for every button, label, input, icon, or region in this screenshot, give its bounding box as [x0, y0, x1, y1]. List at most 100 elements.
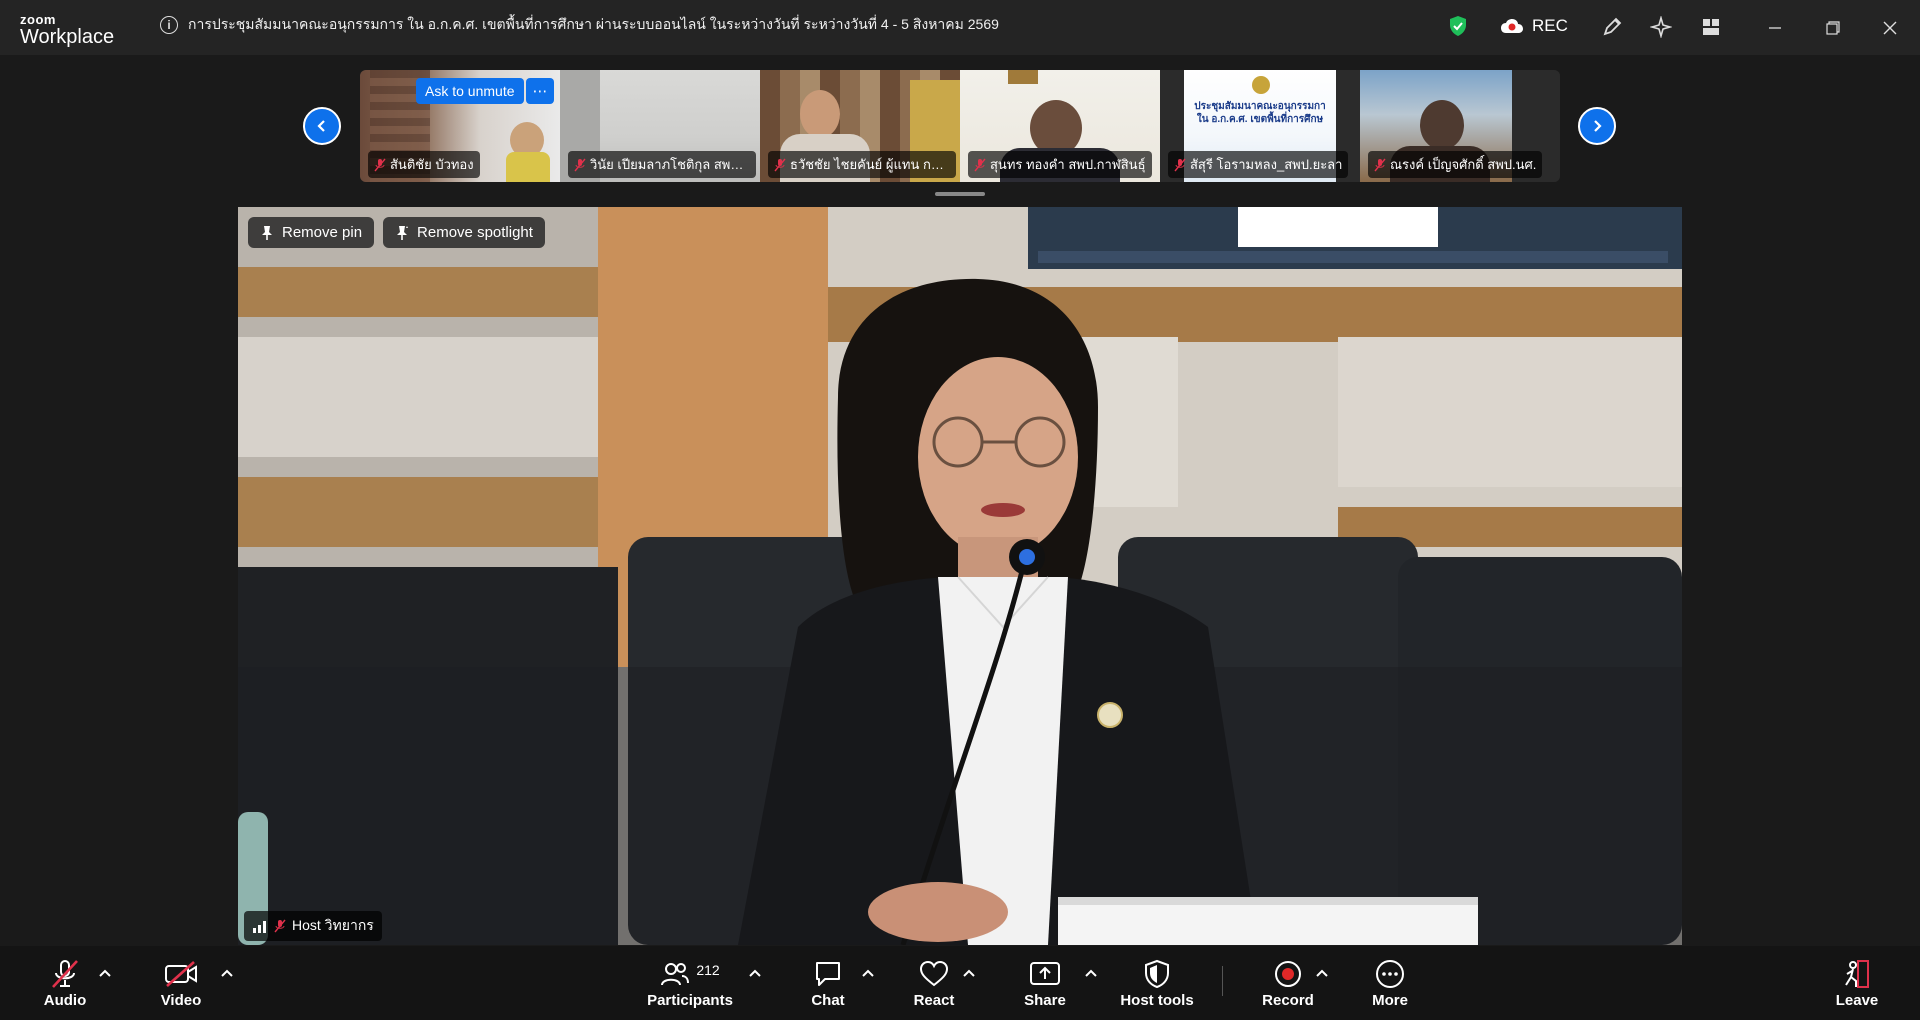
participant-name: สัสุรี โอรามหลง_สพป.ยะลา: [1190, 157, 1343, 172]
spotlight-pin-icon: [397, 225, 409, 240]
minimize-button[interactable]: [1745, 0, 1805, 55]
ask-to-unmute-button[interactable]: Ask to unmute: [416, 78, 524, 104]
participants-button[interactable]: 212 Participants: [635, 958, 745, 1009]
participant-tile[interactable]: ณรงค์ เป็ญจศักดิ์ สพป.นศ.: [1360, 70, 1560, 182]
more-dots-icon: [1376, 960, 1404, 988]
participant-name-tag: สัสุรี โอรามหลง_สพป.ยะลา: [1168, 151, 1349, 178]
gallery-prev-button[interactable]: [303, 107, 341, 145]
leave-door-icon: [1845, 960, 1869, 988]
slide-line-1: ประชุมสัมมนาคณะอนุกรรมกา: [1194, 101, 1326, 112]
share-screen-icon: [1030, 962, 1060, 985]
share-options-caret-icon[interactable]: [1084, 968, 1098, 978]
react-button[interactable]: React: [879, 958, 989, 1009]
share-label: Share: [1024, 992, 1066, 1009]
close-button[interactable]: [1860, 0, 1920, 55]
participants-label: Participants: [647, 992, 733, 1009]
participant-name: ธวัชชัย ไชยคันย์ ผู้แทน กศจ.: [790, 157, 951, 172]
chat-button[interactable]: Chat: [773, 958, 883, 1009]
participant-tile[interactable]: ธวัชชัย ไชยคันย์ ผู้แทน กศจ.: [760, 70, 960, 182]
zoom-workplace-logo: zoom Workplace: [20, 13, 114, 47]
close-icon: [1883, 21, 1897, 34]
slide-line-2: ใน อ.ก.ค.ศ. เขตพื้นที่การศึกษ: [1196, 114, 1324, 125]
chevron-left-icon: [317, 120, 325, 132]
host-tools-shield-icon: [1145, 959, 1169, 989]
mic-muted-icon: [274, 919, 286, 933]
slide-text: ประชุมสัมมนาคณะอนุกรรมกา ใน อ.ก.ค.ศ. เขต…: [1186, 100, 1334, 126]
record-icon: [1275, 961, 1301, 987]
speaker-video-frame: [238, 207, 1682, 945]
video-options-caret-icon[interactable]: [220, 968, 234, 978]
chat-options-caret-icon[interactable]: [861, 968, 875, 978]
participant-name-tag: ธวัชชัย ไชยคันย์ ผู้แทน กศจ.: [768, 151, 956, 178]
leave-button[interactable]: Leave: [1802, 958, 1912, 1009]
react-label: React: [913, 992, 955, 1009]
audio-options-caret-icon[interactable]: [98, 968, 112, 978]
ai-companion-sparkle-icon[interactable]: [1649, 15, 1673, 39]
heart-react-icon: [919, 960, 949, 987]
mic-muted-icon: [774, 158, 786, 171]
gallery-resize-handle[interactable]: [935, 192, 985, 196]
host-tools-button[interactable]: Host tools: [1102, 958, 1212, 1009]
participant-name-tag: สันติชัย บัวทอง: [368, 151, 480, 178]
meeting-info[interactable]: i การประชุมสัมมนาคณะอนุกรรมการ ใน อ.ก.ค.…: [160, 14, 999, 36]
speaker-name-tag: Host วิทยากร: [244, 911, 382, 941]
participant-name-tag: วินัย เปียมลาภโชติกุล สพป.ตราด: [568, 151, 756, 178]
audio-button[interactable]: Audio: [10, 958, 120, 1009]
info-icon[interactable]: i: [160, 16, 178, 34]
participant-name: สันติชัย บัวทอง: [390, 157, 474, 172]
record-options-caret-icon[interactable]: [1315, 968, 1329, 978]
chevron-right-icon: [1594, 120, 1602, 132]
connection-signal-icon: [253, 921, 266, 933]
toolbar-divider: [1222, 966, 1223, 996]
participant-name: ณรงค์ เป็ญจศักดิ์ สพป.นศ.: [1390, 157, 1537, 172]
participant-name-tag: ณรงค์ เป็ญจศักดิ์ สพป.นศ.: [1368, 151, 1543, 178]
chat-label: Chat: [811, 992, 845, 1009]
gallery-next-button[interactable]: [1578, 107, 1616, 145]
record-label: Record: [1262, 992, 1314, 1009]
remove-pin-label: Remove pin: [282, 224, 363, 241]
remove-spotlight-button[interactable]: Remove spotlight: [383, 217, 545, 248]
speaker-name: Host วิทยากร: [292, 917, 374, 933]
participants-options-caret-icon[interactable]: [748, 968, 762, 978]
remove-spotlight-label: Remove spotlight: [417, 224, 533, 241]
participant-tile[interactable]: วินัย เปียมลาภโชติกุล สพป.ตราด: [560, 70, 760, 182]
mic-muted-icon: [574, 158, 586, 171]
gallery-strip: Ask to unmute ⋯ สันติชัย บัวทอง วินัย เป…: [360, 70, 1560, 182]
leave-label: Leave: [1835, 992, 1879, 1009]
mic-muted-icon: [374, 158, 386, 171]
encryption-shield-icon[interactable]: [1448, 15, 1468, 37]
restore-icon: [1826, 20, 1840, 35]
chat-icon: [816, 962, 840, 986]
tile-more-button[interactable]: ⋯: [526, 78, 554, 104]
cloud-recording-indicator[interactable]: REC: [1500, 16, 1568, 36]
record-button[interactable]: Record: [1233, 958, 1343, 1009]
main-video[interactable]: Remove pin Remove spotlight Host วิทยากร: [238, 207, 1682, 945]
react-options-caret-icon[interactable]: [962, 968, 976, 978]
annotate-pen-icon[interactable]: [1600, 15, 1624, 39]
participants-icon: [661, 963, 690, 986]
pin-icon: [262, 225, 272, 240]
participant-tile[interactable]: Ask to unmute ⋯ สันติชัย บัวทอง: [360, 70, 560, 182]
participant-tile[interactable]: สุนทร ทองคำ สพป.กาฬสินธุ์: [960, 70, 1160, 182]
participant-name: สุนทร ทองคำ สพป.กาฬสินธุ์: [990, 157, 1146, 172]
host-tools-label: Host tools: [1120, 992, 1194, 1009]
restore-button[interactable]: [1803, 0, 1863, 55]
participant-name-tag: สุนทร ทองคำ สพป.กาฬสินธุ์: [968, 151, 1152, 178]
mic-muted-icon: [974, 158, 986, 171]
rec-label: REC: [1532, 16, 1568, 35]
mic-muted-icon: [52, 960, 78, 988]
share-button[interactable]: Share: [990, 958, 1100, 1009]
meeting-title: การประชุมสัมมนาคณะอนุกรรมการ ใน อ.ก.ค.ศ.…: [188, 16, 999, 32]
more-label: More: [1372, 992, 1408, 1009]
meeting-toolbar: Audio Video 212 Participants Chat React …: [0, 946, 1920, 1020]
video-off-icon: [165, 961, 197, 987]
video-button[interactable]: Video: [126, 958, 236, 1009]
participant-tile[interactable]: ประชุมสัมมนาคณะอนุกรรมกา ใน อ.ก.ค.ศ. เขต…: [1160, 70, 1360, 182]
remove-pin-button[interactable]: Remove pin: [248, 217, 375, 248]
video-pin-controls: Remove pin Remove spotlight: [248, 217, 545, 248]
apps-grid-icon[interactable]: [1699, 15, 1723, 39]
audio-label: Audio: [43, 992, 87, 1009]
participant-name: วินัย เปียมลาภโชติกุล สพป.ตราด: [590, 157, 756, 172]
cloud-record-icon: [1501, 19, 1523, 33]
more-button[interactable]: More: [1335, 958, 1445, 1009]
